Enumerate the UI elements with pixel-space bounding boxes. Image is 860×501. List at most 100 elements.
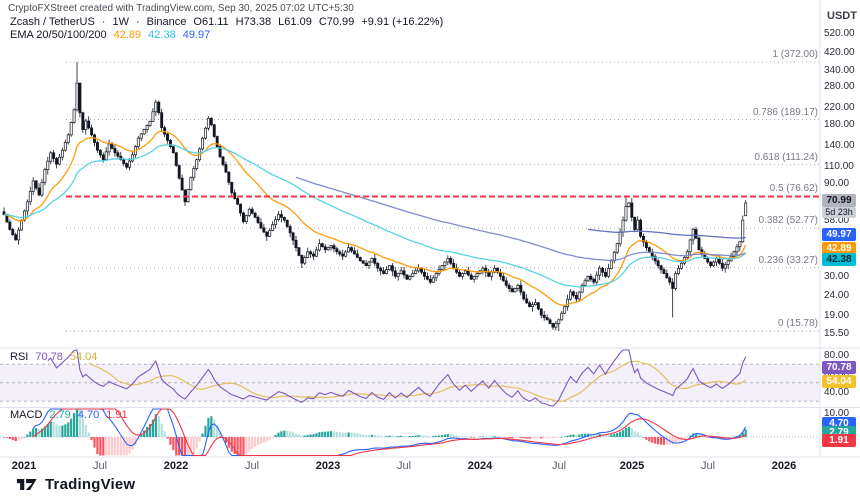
- macd-histogram-bar: [502, 437, 505, 438]
- tradingview-footer-link[interactable]: TradingView: [16, 476, 135, 493]
- rsi-legend-row[interactable]: RSI 70.78 54.04: [10, 351, 97, 363]
- macd-histogram-bar: [256, 437, 260, 446]
- candle-body: [277, 214, 280, 220]
- macd-histogram-bar: [312, 434, 315, 437]
- macd-legend-row[interactable]: MACD 2.79 4.70 1.91: [10, 409, 128, 421]
- ema50-price-badge: 42.38: [822, 253, 856, 266]
- time-axis-label[interactable]: Jul: [686, 460, 730, 472]
- macd-histogram-bar: [405, 436, 409, 437]
- candle-body: [14, 234, 18, 241]
- price-tick-label: 340.00: [824, 65, 855, 76]
- macd-histogram-bar: [683, 437, 686, 439]
- macd-histogram-bar: [654, 437, 657, 444]
- candle-body: [201, 137, 205, 150]
- macd-signal-value-badge: 1.91: [822, 434, 856, 447]
- candle-body: [49, 152, 53, 162]
- time-axis-label[interactable]: Jul: [382, 460, 426, 472]
- candle-body: [402, 270, 406, 276]
- ema-legend-row[interactable]: EMA 20/50/100/200 42.89 42.38 49.97: [10, 29, 210, 41]
- candle-body: [98, 149, 102, 156]
- candle-body: [309, 251, 313, 255]
- macd-histogram-bar: [359, 434, 362, 437]
- candle-body: [592, 278, 596, 283]
- time-axis-label[interactable]: 2022: [154, 460, 198, 472]
- macd-histogram-bar: [367, 435, 371, 437]
- candle-body: [589, 275, 593, 280]
- candle-body: [69, 122, 73, 136]
- candle-body: [131, 154, 134, 162]
- macd-histogram-bar: [268, 437, 271, 440]
- macd-histogram-bar: [645, 437, 648, 440]
- time-axis-label[interactable]: Jul: [230, 460, 274, 472]
- time-axis-label[interactable]: Jul: [78, 460, 122, 472]
- macd-histogram-bar: [648, 437, 651, 442]
- candle-body: [583, 280, 587, 286]
- macd-histogram-bar: [23, 436, 26, 438]
- candle-body: [244, 215, 248, 223]
- candle-body: [636, 219, 640, 230]
- price-tick-label: 30.00: [824, 271, 850, 282]
- price-scale-currency-label[interactable]: USDT: [827, 10, 857, 22]
- candle-body: [475, 273, 479, 277]
- legend-separator: ·: [101, 16, 106, 28]
- macd-histogram-bar: [616, 433, 619, 437]
- macd-histogram-bar: [461, 436, 464, 437]
- candle-body: [624, 206, 628, 221]
- time-axis-label[interactable]: 2023: [306, 460, 350, 472]
- macd-histogram-bar: [394, 436, 397, 437]
- candle-body: [139, 133, 143, 139]
- candle-body: [168, 140, 172, 147]
- candle-body: [668, 277, 672, 283]
- candle-body: [34, 180, 38, 189]
- time-axis-label[interactable]: 2026: [762, 460, 806, 472]
- candle-body: [717, 258, 721, 264]
- macd-histogram-bar: [508, 437, 511, 439]
- candle-body: [662, 269, 666, 274]
- candle-body: [644, 241, 648, 249]
- chart-canvas[interactable]: [0, 0, 860, 501]
- macd-histogram-bar: [534, 437, 537, 439]
- candle-body: [604, 271, 607, 277]
- candle-body: [364, 262, 368, 267]
- candle-body: [501, 275, 505, 282]
- ema100-value: 49.97: [182, 29, 211, 41]
- candle-body: [37, 187, 41, 196]
- ema50-value: 42.38: [148, 29, 176, 41]
- macd-histogram-bar: [204, 425, 207, 437]
- candle-body: [75, 82, 79, 111]
- candle-body: [177, 165, 181, 179]
- candle-body: [265, 231, 269, 237]
- ema-100-line: [295, 176, 746, 261]
- candle-body: [288, 226, 292, 234]
- candle-body: [341, 253, 345, 257]
- macd-histogram-bar: [400, 435, 403, 437]
- macd-histogram-bar: [674, 437, 677, 444]
- candle-body: [253, 212, 257, 218]
- time-axis-label[interactable]: 2025: [610, 460, 654, 472]
- macd-histogram-bar: [505, 437, 508, 438]
- macd-histogram-bar: [706, 437, 709, 438]
- macd-histogram-bar: [397, 436, 400, 437]
- time-axis-label[interactable]: 2021: [2, 460, 46, 472]
- time-axis-label[interactable]: Jul: [537, 460, 581, 472]
- candle-body: [504, 280, 508, 286]
- macd-histogram-bar: [321, 431, 324, 437]
- macd-histogram-bar: [119, 437, 122, 456]
- candle-body: [347, 247, 351, 253]
- candle-body: [490, 271, 494, 277]
- macd-histogram-bar: [729, 437, 733, 438]
- macd-histogram-bar: [385, 436, 388, 437]
- symbol-legend-row[interactable]: Zcash / TetherUS · 1W · Binance O61.11 H…: [10, 16, 443, 28]
- candle-body: [40, 181, 44, 196]
- candle-body: [60, 149, 64, 158]
- macd-histogram-bar: [686, 437, 689, 438]
- macd-histogram-bar: [265, 437, 268, 442]
- ohlc-low: L61.09: [278, 16, 312, 28]
- candle-body: [239, 203, 242, 214]
- time-axis-label[interactable]: 2024: [458, 460, 502, 472]
- ema20-value: 42.89: [113, 29, 142, 41]
- candle-body: [510, 288, 514, 293]
- macd-histogram-bar: [102, 437, 105, 456]
- candle-body: [679, 262, 683, 269]
- macd-histogram-bar: [391, 435, 394, 437]
